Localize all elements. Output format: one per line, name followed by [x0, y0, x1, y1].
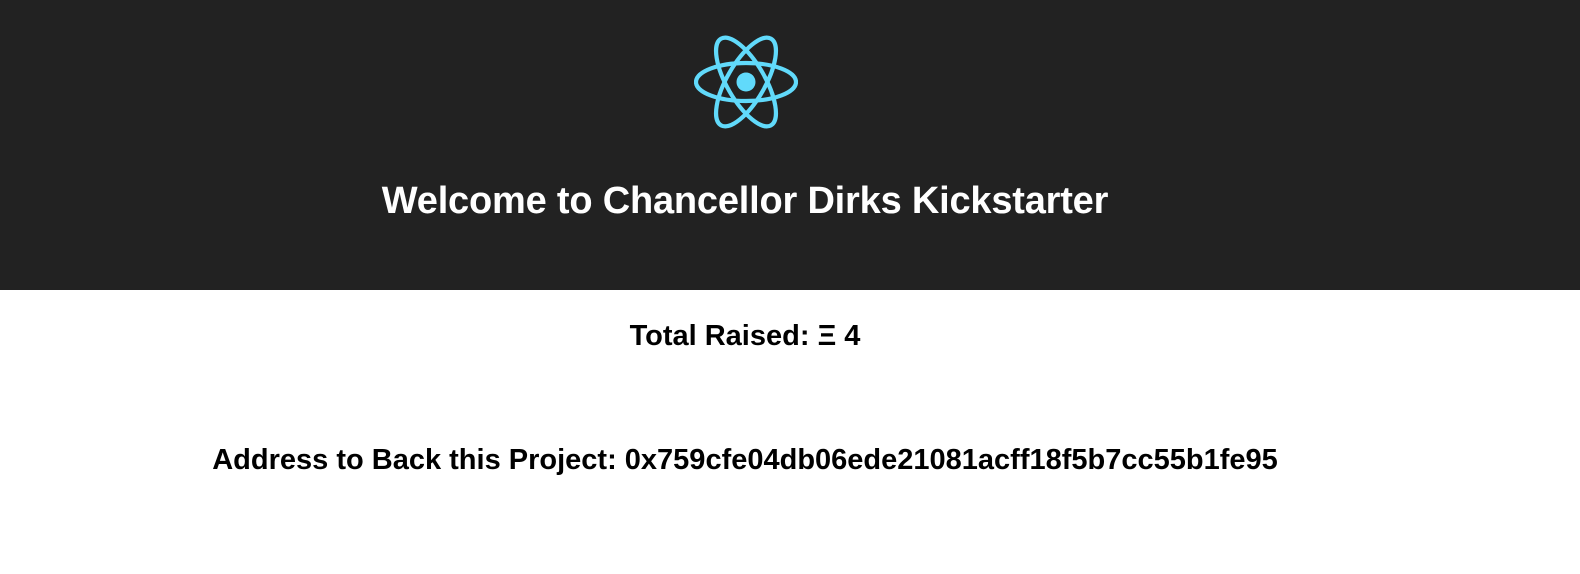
address-label: Address to Back this Project: [212, 444, 617, 476]
total-raised-value: 4 [844, 320, 861, 352]
app-root: Welcome to Chancellor Dirks Kickstarter … [0, 0, 1580, 574]
total-raised: Total Raised: Ξ 4 [0, 318, 1490, 354]
page-title: Welcome to Chancellor Dirks Kickstarter [381, 180, 1109, 222]
address-value: 0x759cfe04db06ede21081acff18f5b7cc55b1fe… [624, 444, 1278, 476]
backing-address: Address to Back this Project: 0x759cfe04… [0, 442, 1490, 478]
currency-symbol: Ξ [817, 320, 837, 352]
app-header: Welcome to Chancellor Dirks Kickstarter [0, 0, 1580, 290]
react-atom-icon [694, 35, 798, 129]
total-raised-label: Total Raised: [629, 320, 810, 352]
